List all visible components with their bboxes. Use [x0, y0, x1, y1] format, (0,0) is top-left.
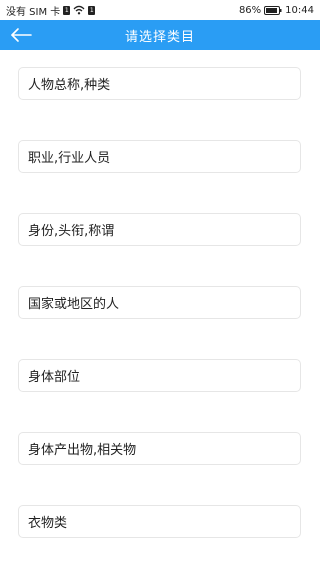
category-item-body-parts[interactable]: 身体部位: [18, 359, 301, 392]
clock-time: 10:44: [285, 4, 314, 16]
category-label: 身体产出物,相关物: [28, 443, 137, 458]
category-item-clothing[interactable]: 衣物类: [18, 505, 301, 538]
category-item-body-products[interactable]: 身体产出物,相关物: [18, 432, 301, 465]
app-bar: 请选择类目: [0, 20, 320, 50]
sim-slot-1-icon: 1: [63, 5, 71, 15]
back-arrow-icon: [11, 28, 32, 42]
category-label: 身份,头衔,称谓: [28, 224, 115, 239]
category-item-nationalities[interactable]: 国家或地区的人: [18, 286, 301, 319]
category-label: 国家或地区的人: [28, 297, 120, 312]
wifi-icon: [73, 5, 85, 15]
status-right: 86% 10:44: [239, 5, 314, 16]
category-item-people-general[interactable]: 人物总称,种类: [18, 67, 301, 100]
category-label: 身体部位: [28, 370, 81, 385]
category-item-professions[interactable]: 职业,行业人员: [18, 140, 301, 173]
category-label: 衣物类: [28, 516, 68, 531]
status-bar: 没有 SIM 卡 1 1 86% 10:44: [0, 0, 320, 20]
carrier-text: 没有 SIM 卡: [6, 6, 61, 18]
category-item-titles[interactable]: 身份,头衔,称谓: [18, 213, 301, 246]
status-left: 没有 SIM 卡 1 1: [6, 3, 96, 18]
category-label: 职业,行业人员: [28, 151, 111, 166]
sim-slot-2-icon: 1: [88, 5, 96, 15]
back-button[interactable]: [8, 24, 34, 46]
page-title: 请选择类目: [124, 29, 195, 45]
category-label: 人物总称,种类: [28, 78, 111, 93]
battery-percent: 86%: [238, 4, 262, 16]
battery-icon: [264, 5, 282, 15]
